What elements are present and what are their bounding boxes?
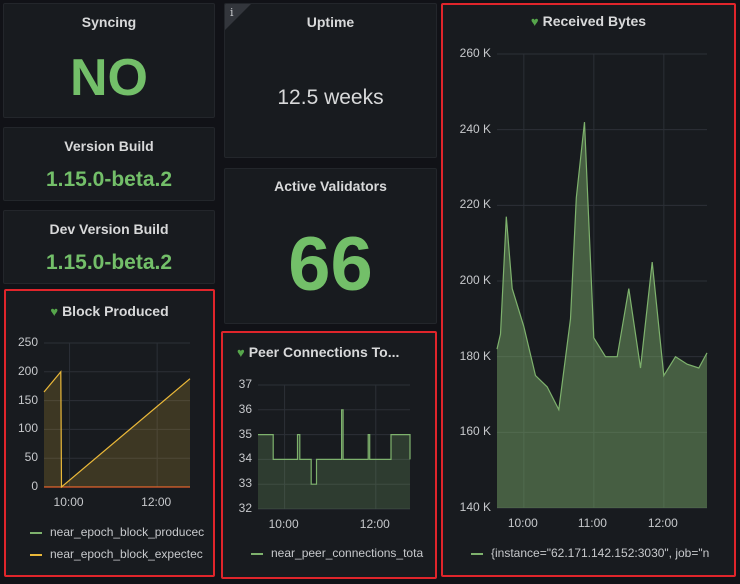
x-tick-label: 12:00: [359, 517, 390, 531]
y-tick-label: 36: [238, 401, 252, 416]
y-tick-label: 33: [238, 476, 252, 491]
active-validators-value: 66: [288, 222, 373, 307]
x-tick-label: 12:00: [647, 516, 678, 530]
legend-item[interactable]: near_epoch_block_producec: [30, 525, 204, 539]
uptime-panel: i Uptime 12.5 weeks: [224, 3, 437, 158]
syncing-panel: Syncing NO: [3, 3, 215, 118]
active-validators-panel: Active Validators 66: [224, 168, 437, 324]
y-tick-label: 50: [24, 450, 38, 465]
y-tick-label: 140 K: [459, 500, 491, 514]
legend-item[interactable]: near_epoch_block_expectec: [30, 547, 203, 561]
x-tick-label: 10:00: [507, 516, 538, 530]
y-tick-label: 180 K: [459, 348, 491, 363]
y-tick-label: 0: [31, 479, 38, 493]
y-tick-label: 220 K: [459, 197, 491, 212]
uptime-value: 12.5 weeks: [277, 86, 384, 109]
panel-title[interactable]: Version Build: [4, 138, 214, 154]
peer-connections-panel: ♥ Peer Connections To... near_peer_connec…: [221, 331, 437, 579]
y-tick-label: 200 K: [459, 273, 491, 287]
y-tick-label: 160 K: [459, 424, 491, 439]
y-tick-label: 35: [238, 426, 252, 441]
syncing-value: NO: [70, 49, 148, 107]
received-bytes-panel: ♥ Received Bytes {instance="62.171.142.15…: [441, 3, 736, 577]
legend-swatch: [30, 553, 42, 556]
panel-title[interactable]: Syncing: [4, 14, 214, 30]
dev-version-build-value: 1.15.0-beta.2: [45, 251, 173, 274]
legend-item[interactable]: {instance="62.171.142.152:3030", job="n: [471, 546, 709, 560]
y-tick-label: 37: [238, 377, 252, 391]
x-tick-label: 10:00: [268, 517, 299, 531]
y-tick-label: 150: [17, 392, 38, 407]
block-produced-panel: ♥ Block Produced near_epoch_block_produce…: [4, 289, 215, 577]
peer-connections-chart[interactable]: [223, 333, 437, 579]
legend-label: near_peer_connections_tota: [271, 546, 424, 560]
x-tick-label: 12:00: [141, 495, 172, 509]
x-tick-label: 10:00: [53, 495, 84, 509]
panel-title[interactable]: Uptime: [225, 14, 436, 30]
legend-label: {instance="62.171.142.152:3030", job="n: [491, 546, 710, 560]
y-tick-label: 240 K: [459, 121, 491, 136]
x-tick-label: 11:00: [577, 516, 607, 530]
legend-swatch: [30, 531, 42, 534]
panel-title[interactable]: Dev Version Build: [4, 221, 214, 237]
y-tick-label: 260 K: [459, 46, 491, 60]
legend-item[interactable]: near_peer_connections_tota: [251, 546, 423, 560]
version-build-value: 1.15.0-beta.2: [45, 168, 173, 191]
dev-version-build-panel: Dev Version Build 1.15.0-beta.2: [3, 210, 215, 284]
version-build-panel: Version Build 1.15.0-beta.2: [3, 127, 215, 201]
series-area: [497, 122, 707, 508]
legend-swatch: [251, 552, 263, 555]
received-bytes-chart[interactable]: [443, 5, 736, 577]
y-tick-label: 32: [238, 501, 252, 515]
legend-label: near_epoch_block_producec: [50, 525, 205, 539]
y-tick-label: 34: [238, 451, 252, 466]
y-tick-label: 250: [17, 335, 38, 349]
legend-swatch: [471, 552, 483, 555]
panel-title[interactable]: Active Validators: [225, 178, 436, 194]
legend-label: near_epoch_block_expectec: [50, 547, 203, 561]
y-tick-label: 200: [17, 363, 38, 378]
y-tick-label: 100: [17, 421, 38, 436]
